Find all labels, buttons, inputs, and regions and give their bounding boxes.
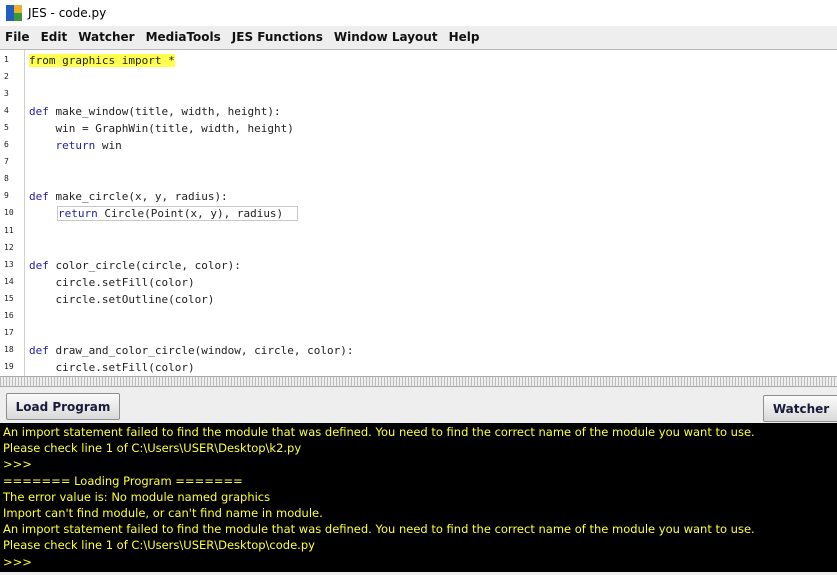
line-number: 11: [4, 225, 14, 235]
line-number: 19: [4, 361, 14, 371]
console-line: An import statement failed to find the m…: [3, 425, 755, 439]
line-number: 18: [4, 344, 14, 354]
line-number: 16: [4, 310, 14, 320]
code-editor[interactable]: 1 from graphics import * 2 3 4 def make_windo…: [0, 49, 837, 378]
code-text: from graphics import *: [29, 53, 175, 69]
code-line[interactable]: 2: [0, 70, 837, 87]
code-text: circle.setFill(color): [29, 360, 195, 376]
code-text: return win: [29, 138, 122, 154]
code-fragment: win = GraphWin(title, width, height): [29, 122, 294, 136]
code-line[interactable]: 11: [0, 224, 837, 241]
console-line: Please check line 1 of C:\Users\USER\Des…: [3, 441, 302, 456]
line-number: 5: [4, 123, 9, 133]
code-line[interactable]: 18 def draw_and_color_circle(window, circ…: [0, 343, 837, 360]
code-text: def color_circle(circle, color):: [29, 258, 241, 274]
line-number: 1: [4, 55, 9, 64]
code-line[interactable]: 5 win = GraphWin(title, width, height): [0, 121, 837, 138]
code-line[interactable]: 7: [0, 155, 837, 172]
code-fragment: from graphics import *: [29, 54, 175, 67]
split-pane-divider[interactable]: [0, 376, 837, 387]
code-line[interactable]: 1 from graphics import *: [0, 53, 837, 70]
code-line[interactable]: 10 return Circle(Point(x, y), radius): [0, 206, 837, 223]
keyword: return: [29, 139, 96, 153]
code-line[interactable]: 3: [0, 87, 837, 104]
code-fragment: color_circle(circle, color):: [48, 258, 241, 272]
keyword: return: [58, 207, 98, 221]
menu-edit[interactable]: Edit: [36, 30, 74, 44]
menu-watcher[interactable]: Watcher: [73, 30, 140, 44]
console-line: Please check line 1 of C:\Users\USER\Des…: [3, 538, 315, 553]
line-number: 2: [4, 72, 9, 82]
code-text: circle.setOutline(color): [29, 292, 214, 308]
title-bar: JES - code.py: [0, 0, 837, 26]
code-text: circle.setFill(color): [29, 275, 195, 291]
jes-app-icon: [6, 5, 22, 21]
console-line: The error value is: No module named grap…: [3, 489, 271, 504]
line-number: 9: [4, 191, 9, 201]
keyword: def: [29, 343, 49, 357]
line-number: 13: [4, 259, 14, 269]
code-fragment: Circle(Point(x, y), radius): [97, 207, 284, 221]
code-line[interactable]: 14 circle.setFill(color): [0, 275, 837, 292]
menu-window-layout[interactable]: Window Layout: [329, 30, 444, 44]
line-number: 15: [4, 293, 14, 303]
code-fragment: circle.setOutline(color): [29, 292, 215, 306]
code-line[interactable]: 19 circle.setFill(color): [0, 360, 837, 377]
console-line: Import can't find module, or can't find …: [3, 505, 323, 520]
line-number: 4: [4, 106, 9, 116]
line-number: 6: [4, 140, 9, 150]
line-number: 12: [4, 242, 14, 252]
code-fragment: win: [95, 139, 122, 153]
code-line[interactable]: 6 return win: [0, 138, 837, 155]
code-text: def make_window(title, width, height):: [29, 104, 281, 120]
keyword: def: [29, 258, 49, 272]
code-line[interactable]: 8: [0, 172, 837, 189]
menu-help[interactable]: Help: [444, 30, 486, 44]
keyword: def: [29, 105, 49, 119]
console-line: >>>: [3, 554, 32, 569]
line-number: 8: [4, 174, 9, 184]
console-line: An import statement failed to find the m…: [3, 522, 755, 537]
console-line: >>>: [3, 457, 32, 472]
code-line[interactable]: 15 circle.setOutline(color): [0, 292, 837, 309]
load-program-button[interactable]: Load Program: [6, 393, 120, 420]
menu-file[interactable]: File: [0, 30, 36, 44]
code-line[interactable]: 17: [0, 326, 837, 343]
console-line: ======= Loading Program =======: [3, 473, 243, 488]
code-text: win = GraphWin(title, width, height): [29, 121, 294, 137]
menu-jes-functions[interactable]: JES Functions: [227, 30, 329, 44]
code-fragment: make_circle(x, y, radius):: [48, 190, 228, 204]
code-text: def draw_and_color_circle(window, circle…: [29, 343, 354, 359]
code-line[interactable]: 4 def make_window(title, width, height):: [0, 104, 837, 121]
code-line[interactable]: 16: [0, 309, 837, 326]
line-number: 17: [4, 327, 14, 337]
code-fragment: circle.setFill(color): [29, 275, 195, 289]
menu-mediatools[interactable]: MediaTools: [141, 30, 227, 44]
window-title: JES - code.py: [28, 6, 107, 20]
line-number: 3: [4, 89, 9, 99]
line-number: 14: [4, 276, 14, 286]
menu-bar: File Edit Watcher MediaTools JES Functio…: [0, 26, 837, 48]
code-line[interactable]: 9 def make_circle(x, y, radius):: [0, 189, 837, 206]
code-text: return Circle(Point(x, y), radius): [57, 206, 299, 222]
code-fragment: draw_and_color_circle(window, circle, co…: [48, 343, 354, 357]
code-line[interactable]: 13 def color_circle(circle, color):: [0, 258, 837, 275]
watcher-button[interactable]: Watcher: [763, 395, 837, 422]
keyword: def: [29, 190, 49, 204]
code-text: def make_circle(x, y, radius):: [29, 189, 228, 205]
line-number: 10: [4, 208, 14, 218]
code-line[interactable]: 12: [0, 241, 837, 258]
line-number: 7: [4, 157, 9, 167]
command-console[interactable]: An import statement failed to find the m…: [0, 423, 837, 572]
code-fragment: circle.setFill(color): [29, 360, 195, 374]
code-fragment: make_window(title, width, height):: [48, 105, 281, 119]
